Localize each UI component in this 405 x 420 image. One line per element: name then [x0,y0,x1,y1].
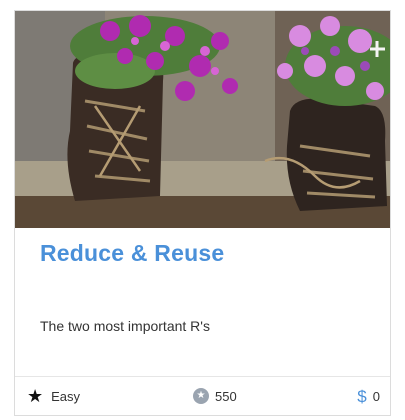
difficulty-indicator: ★ Easy [27,387,80,405]
points-indicator: ★ 550 [193,388,237,404]
star-badge-icon: ★ [193,388,209,404]
card-footer: ★ Easy ★ 550 $ 0 [15,376,390,415]
cost-indicator: $ 0 [357,388,380,405]
star-icon: ★ [27,386,44,406]
card-title[interactable]: Reduce & Reuse [40,240,224,267]
points-value: 550 [215,388,237,404]
card-hero-image [15,11,390,228]
cost-value: 0 [372,388,380,404]
dollar-icon: $ [357,386,367,406]
difficulty-label: Easy [51,388,81,404]
card-description: The two most important R's [40,318,210,334]
activity-card[interactable]: Reduce & Reuse The two most important R'… [14,10,391,416]
